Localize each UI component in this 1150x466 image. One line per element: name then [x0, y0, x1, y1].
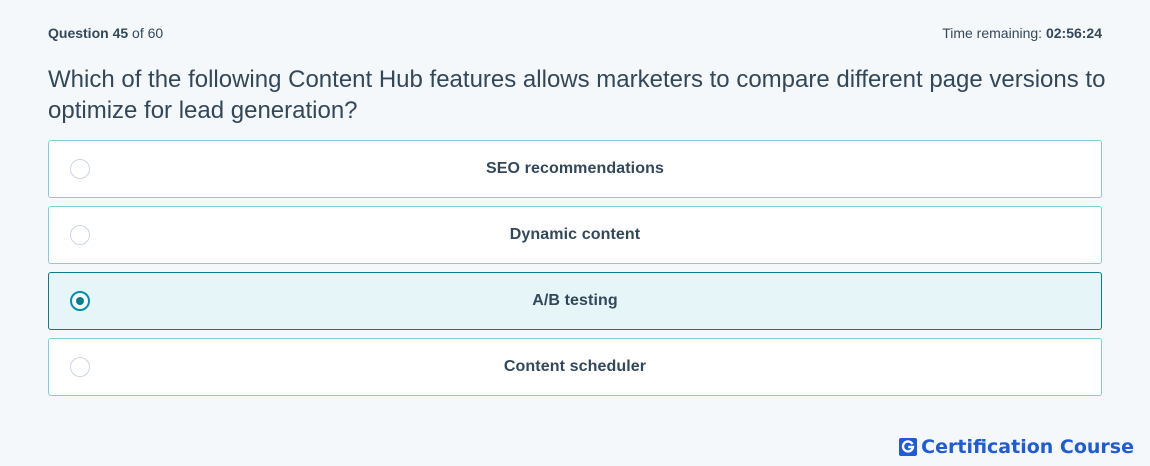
answer-option-label: A/B testing [532, 292, 618, 309]
g-logo-icon [899, 438, 918, 456]
radio-button-4[interactable] [70, 357, 90, 377]
answer-option-1[interactable]: SEO recommendations [48, 140, 1102, 198]
question-text: Which of the following Content Hub featu… [48, 66, 1106, 124]
brand-watermark: Certification Course [899, 436, 1134, 458]
radio-button-2[interactable] [70, 225, 90, 245]
question-counter-total: of 60 [132, 25, 164, 41]
radio-selected-dot [76, 297, 84, 305]
question-counter: Question 45 of 60 [48, 25, 163, 41]
timer: Time remaining: 02:56:24 [942, 25, 1102, 41]
radio-button-1[interactable] [70, 159, 90, 179]
answer-option-label: Dynamic content [509, 226, 641, 243]
answer-option-label: SEO recommendations [486, 160, 664, 177]
question-counter-number: 45 [112, 25, 129, 41]
answer-option-label: Content scheduler [503, 358, 647, 375]
timer-label: Time remaining: [942, 25, 1043, 41]
quiz-header: Question 45 of 60 Time remaining: 02:56:… [48, 24, 1102, 42]
brand-name: Certification Course [921, 436, 1134, 458]
question-counter-label: Question [48, 25, 109, 41]
answer-option-3[interactable]: A/B testing [48, 272, 1102, 330]
answer-option-2[interactable]: Dynamic content [48, 206, 1102, 264]
answer-option-4[interactable]: Content scheduler [48, 338, 1102, 396]
timer-value: 02:56:24 [1045, 25, 1102, 41]
answer-options: SEO recommendations Dynamic content A/B … [48, 140, 1102, 404]
radio-button-3[interactable] [70, 291, 90, 311]
